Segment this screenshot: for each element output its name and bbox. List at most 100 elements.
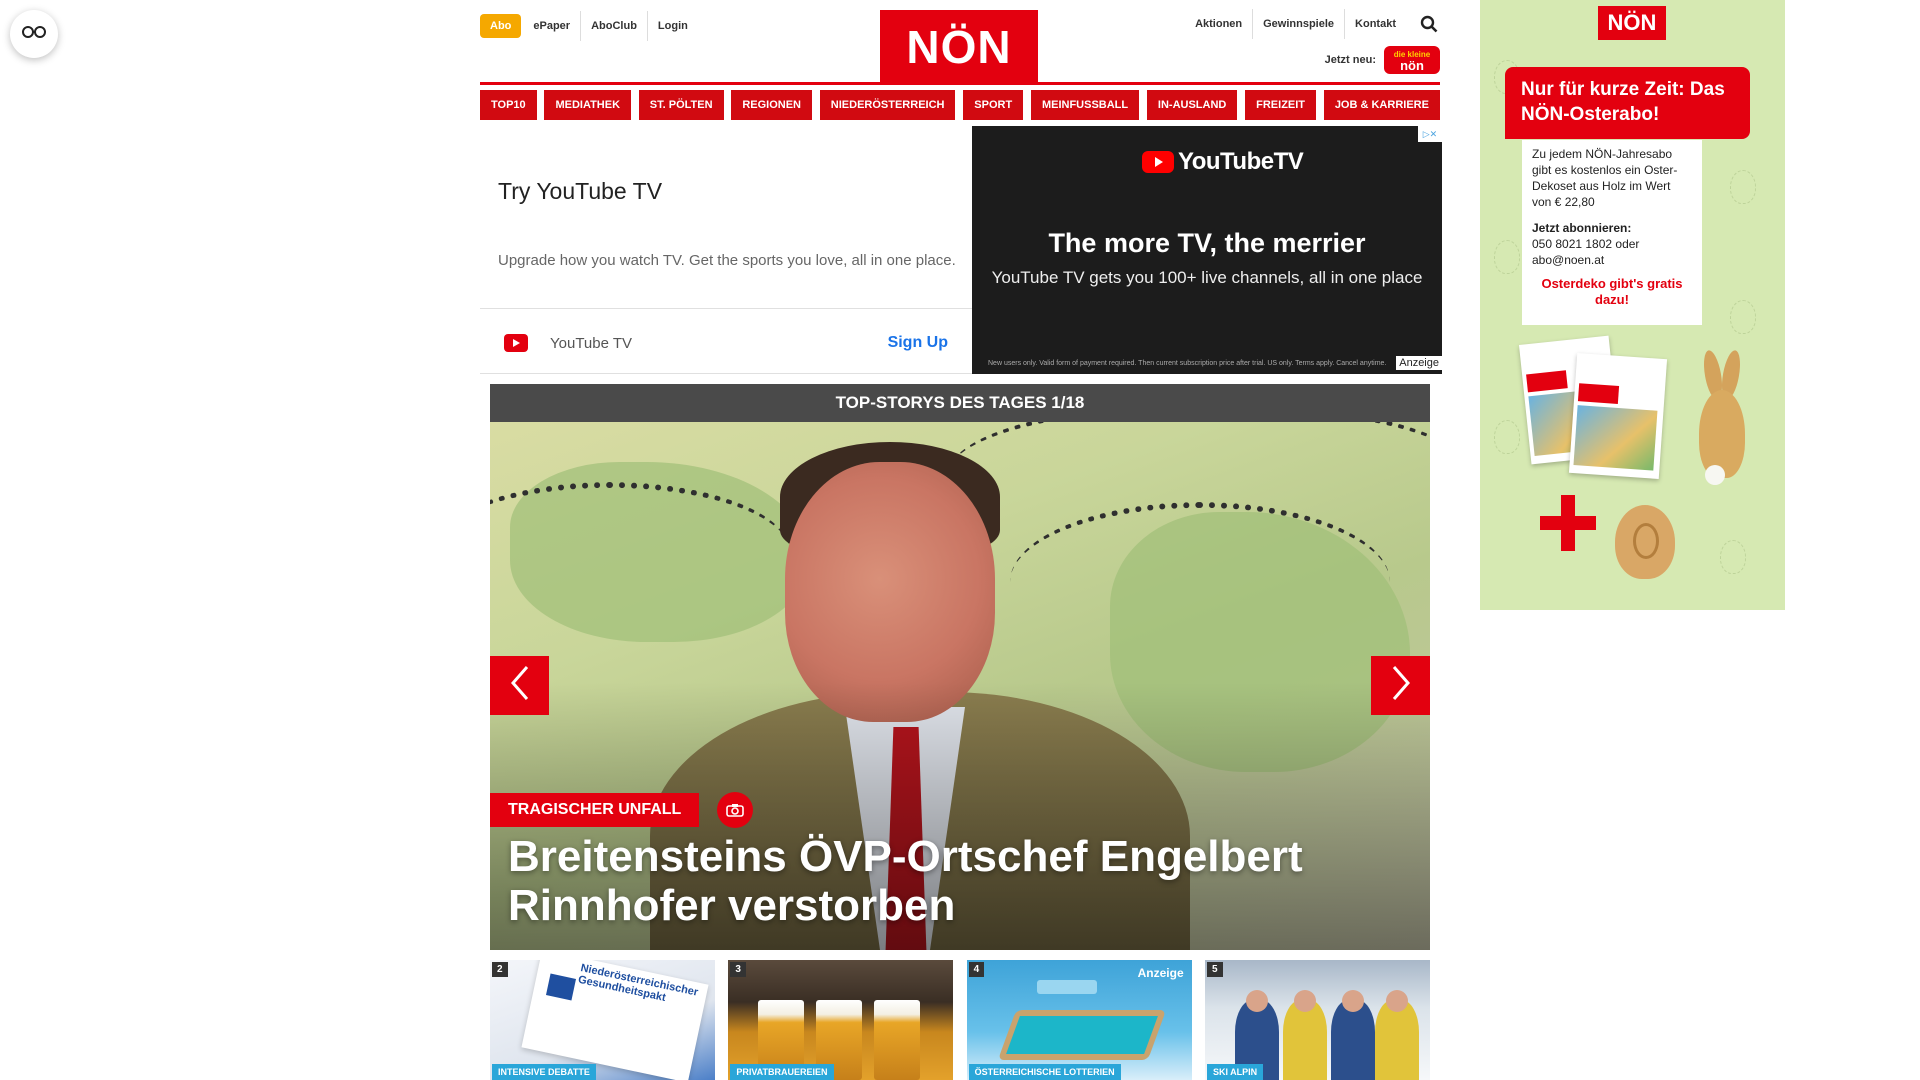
thumb-number: 5 [1206, 962, 1223, 977]
skier-head [1385, 990, 1408, 1012]
skier [1282, 1000, 1327, 1080]
gewinnspiele-link[interactable]: Gewinnspiele [1252, 9, 1344, 39]
hero-tag-row: TRAGISCHER UNFALL [490, 792, 754, 828]
top-left-links: Abo ePaper AboClub Login [480, 11, 698, 41]
osterabo-banner: Nur für kurze Zeit: Das NÖN-Osterabo! [1505, 67, 1750, 139]
hero-story[interactable]: TRAGISCHER UNFALL Breitensteins ÖVP-Orts… [490, 422, 1430, 950]
camera-icon [717, 792, 754, 828]
story-thumb[interactable]: 5 SKI ALPIN [1204, 960, 1430, 1080]
ad-subline: YouTube TV gets you 100+ live channels, … [991, 268, 1423, 287]
story-thumb[interactable]: 4 Anzeige ÖSTERREICHISCHE LOTTERIEN [966, 960, 1192, 1080]
osterabo-info-card: Zu jedem NÖN-Jahresabo gibt es kostenlos… [1522, 140, 1702, 325]
story-thumbnails: Niederösterreichischer Gesundheitspakt 2… [490, 960, 1430, 1080]
anzeige-label: Anzeige [1137, 966, 1184, 980]
egg-pattern [1730, 300, 1756, 334]
chevron-left-icon [509, 665, 531, 706]
ad-headline: The more TV, the merrier [1048, 228, 1366, 258]
thumb-category: PRIVATBRAUEREIEN [730, 1064, 834, 1080]
nav-top10[interactable]: TOP10 [480, 90, 537, 120]
adchoices-icon[interactable]: ▷✕ [1418, 126, 1442, 142]
magazine-logo [1526, 370, 1568, 393]
skier-head [1293, 990, 1316, 1012]
thumb-category: SKI ALPIN [1206, 1064, 1264, 1080]
kontakt-link[interactable]: Kontakt [1344, 9, 1406, 39]
osterabo-body: Zu jedem NÖN-Jahresabo gibt es kostenlos… [1532, 147, 1678, 209]
nav-job-karriere[interactable]: JOB & KARRIERE [1323, 90, 1440, 120]
youtube-play-icon [504, 334, 528, 352]
osterabo-contact: 050 8021 1802 oder abo@noen.at [1532, 237, 1640, 267]
ad-title[interactable]: Try YouTube TV [498, 178, 662, 205]
egg-pattern [1494, 420, 1520, 454]
skier-head [1245, 990, 1268, 1012]
map-border-line [1010, 502, 1390, 662]
thumb-category: INTENSIVE DEBATTE [492, 1064, 596, 1080]
aboclub-link[interactable]: AboClub [580, 11, 647, 41]
epaper-link[interactable]: ePaper [523, 11, 580, 41]
skier [1330, 1000, 1375, 1080]
glasses-icon [22, 25, 46, 44]
wooden-egg-image [1615, 505, 1675, 579]
magazine-cover [1568, 353, 1668, 479]
nav-regionen[interactable]: REGIONEN [731, 90, 813, 120]
nav-st-poelten[interactable]: ST. PÖLTEN [638, 90, 724, 120]
nav-mediathek[interactable]: MEDIATHEK [544, 90, 632, 120]
diving-tower [1036, 980, 1097, 994]
youtube-play-icon [1142, 151, 1174, 173]
youtube-tv-text-ad[interactable]: Try YouTube TV Upgrade how you watch TV.… [480, 126, 972, 374]
slider-prev-button[interactable] [490, 656, 549, 715]
ad-fine-print: New users only. Valid form of payment re… [988, 360, 1387, 367]
ad-description: Upgrade how you watch TV. Get the sports… [498, 252, 956, 269]
bunny-body [1699, 390, 1745, 478]
wooden-bunny-image [1695, 348, 1749, 485]
abo-button[interactable]: Abo [480, 14, 522, 38]
login-link[interactable]: Login [646, 11, 698, 41]
plus-icon [1540, 495, 1596, 551]
ad-brand: YouTube TV [550, 335, 633, 352]
story-thumb[interactable]: 3 PRIVATBRAUEREIEN [728, 960, 954, 1080]
youtube-tv-logo: YouTubeTV [1142, 148, 1304, 176]
nav-in-ausland[interactable]: IN-AUSLAND [1146, 90, 1238, 120]
anzeige-label: Anzeige [1396, 356, 1442, 370]
top-right-links: Aktionen Gewinnspiele Kontakt [1183, 9, 1440, 39]
nav-sport[interactable]: SPORT [963, 90, 1024, 120]
thumb-category: ÖSTERREICHISCHE LOTTERIEN [968, 1064, 1121, 1080]
thumb-number: 2 [492, 962, 508, 977]
pool-image [997, 1010, 1166, 1060]
nav-meinfussball[interactable]: MEINFUSSBALL [1030, 90, 1140, 120]
egg-pattern [1494, 240, 1520, 274]
skier [1374, 1000, 1419, 1080]
search-icon[interactable] [1418, 13, 1440, 35]
main-nav: TOP10 MEDIATHEK ST. PÖLTEN REGIONEN NIED… [480, 90, 1440, 120]
youtube-tv-logo-text: YouTubeTV [1178, 148, 1304, 175]
nav-freizeit[interactable]: FREIZEIT [1245, 90, 1317, 120]
nav-niederoesterreich[interactable]: NIEDERÖSTERREICH [819, 90, 956, 120]
slider-next-button[interactable] [1371, 656, 1430, 715]
ad-divider [480, 308, 972, 309]
bunny-tail [1705, 465, 1725, 485]
egg-bunny-motif [1633, 523, 1659, 559]
youtube-tv-banner-ad[interactable]: ▷✕ YouTubeTV The more TV, the merrier Yo… [972, 126, 1442, 374]
egg-pattern [1720, 540, 1746, 574]
top-stories-bar: TOP-STORYS DES TAGES 1/18 [490, 384, 1430, 422]
hero-category-tag[interactable]: TRAGISCHER UNFALL [490, 793, 700, 827]
beer-glass [874, 1000, 921, 1080]
jetzt-neu-label: Jetzt neu: [1324, 54, 1376, 66]
magazine-logo [1577, 383, 1620, 404]
magazine-stack [1518, 335, 1668, 480]
osterabo-sidebar-ad[interactable]: NÖN Nur für kurze Zeit: Das NÖN-Osterabo… [1480, 0, 1785, 610]
hero-headline[interactable]: Breitensteins ÖVP-Ortschef Engelbert Rin… [508, 832, 1408, 930]
story-thumb[interactable]: Niederösterreichischer Gesundheitspakt 2… [490, 960, 715, 1080]
skier-head [1341, 990, 1364, 1012]
ad-signup-button[interactable]: Sign Up [888, 334, 948, 352]
reader-mode-button[interactable] [10, 10, 58, 58]
aktionen-link[interactable]: Aktionen [1185, 9, 1252, 39]
jetzt-neu: Jetzt neu: die kleine nön [1325, 46, 1440, 74]
site-header: Abo ePaper AboClub Login NÖN Aktionen Ge… [480, 0, 1440, 85]
header-divider [480, 82, 1440, 85]
ad-bottom-divider [480, 373, 972, 374]
noen-logo[interactable]: NÖN [880, 10, 1038, 84]
kleine-noen-main: nön [1400, 58, 1424, 73]
osterabo-cta-title: Jetzt abonnieren: [1532, 221, 1632, 235]
osterdeko-label: Osterdeko gibt's gratis dazu! [1541, 276, 1683, 307]
kleine-noen-badge[interactable]: die kleine nön [1384, 46, 1440, 74]
